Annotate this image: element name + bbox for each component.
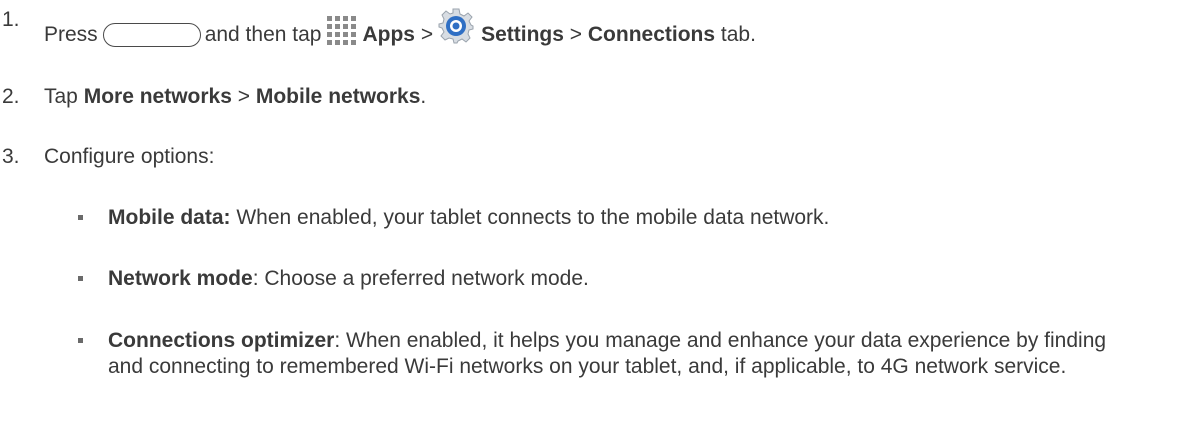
step-number: 3. xyxy=(2,145,20,168)
connections-label: Connections xyxy=(587,23,716,46)
apps-grid-icon xyxy=(327,15,357,45)
step-number: 2. xyxy=(2,85,20,108)
instructions-page: 1. Press and then tap Apps > Settings > … xyxy=(0,0,1182,438)
home-button-icon xyxy=(102,23,201,47)
settings-label: Settings xyxy=(481,23,564,46)
step-text: Configure options: xyxy=(44,145,215,168)
bullet-icon xyxy=(78,276,83,281)
more-networks-label: More networks xyxy=(83,85,232,108)
option-label: Network mode xyxy=(108,267,253,290)
option-label: Mobile data: xyxy=(108,206,231,229)
step-text: Press and then tap Apps > Settings > Con… xyxy=(44,7,756,48)
option-description: When enabled, your tablet connects to th… xyxy=(230,206,830,229)
option-description: : Choose a preferred network mode. xyxy=(252,267,589,290)
bullet-icon xyxy=(78,338,83,343)
step-text: Tap More networks > Mobile networks. xyxy=(44,85,427,108)
step-number: 1. xyxy=(2,8,20,31)
settings-gear-icon xyxy=(437,7,475,45)
mobile-networks-label: Mobile networks xyxy=(255,85,421,108)
bullet-icon xyxy=(78,215,83,220)
apps-label: Apps xyxy=(362,23,415,46)
option-label: Connections optimizer xyxy=(108,329,335,352)
